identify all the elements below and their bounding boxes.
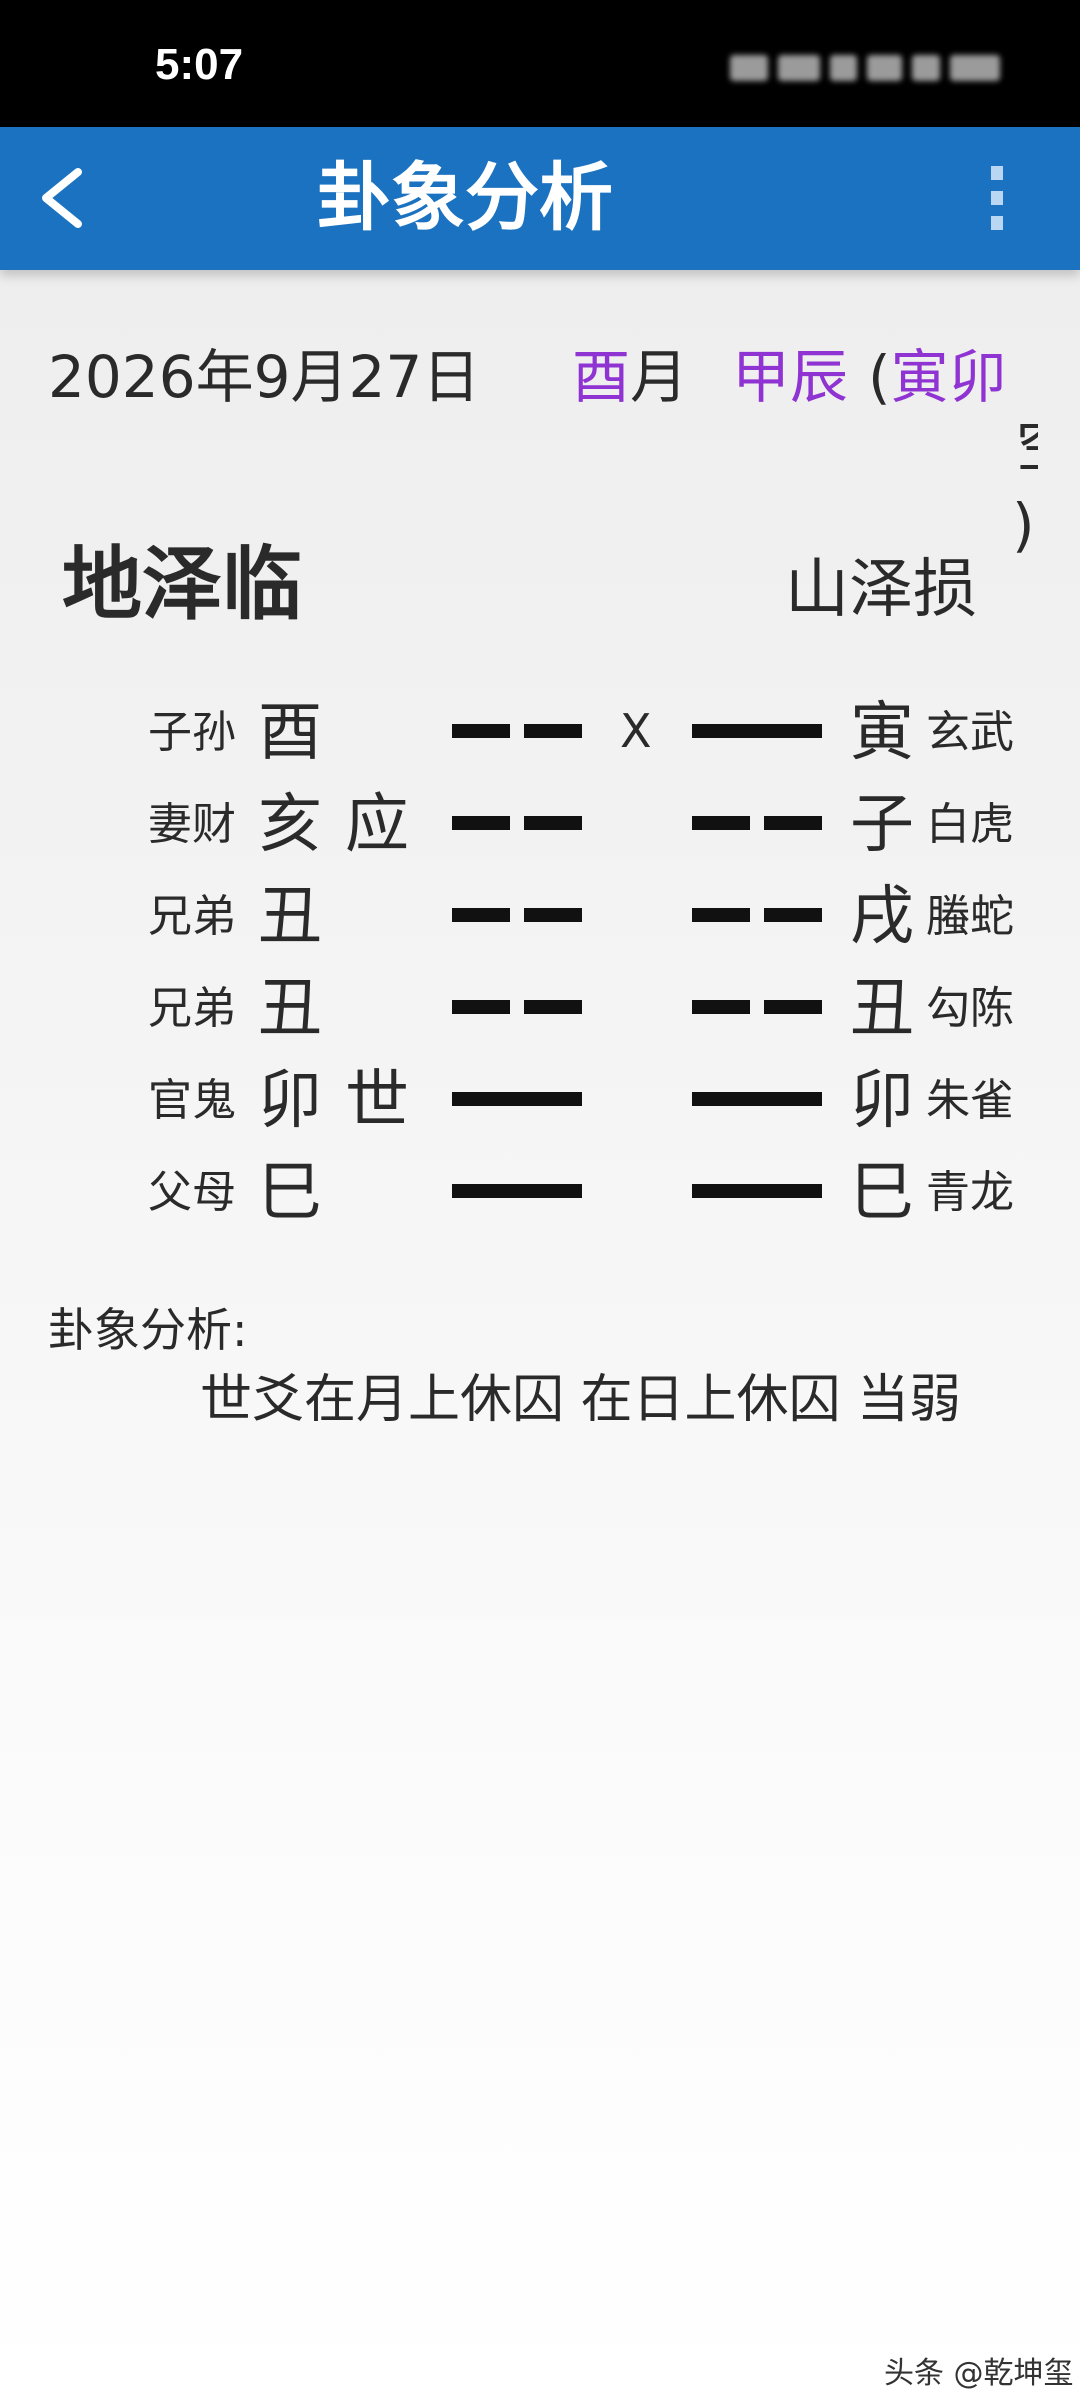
changed-branch: 子 [850, 788, 914, 862]
changed-branch: 戌 [850, 880, 914, 954]
six-relation: 兄弟 [148, 891, 236, 942]
yao-row: 兄弟 丑 丑 勾陈 [0, 961, 1080, 1053]
changed-line-bar [692, 1184, 822, 1198]
watermark: 头条 @乾坤玺 [884, 2356, 1074, 2391]
six-relation: 兄弟 [148, 983, 236, 1034]
shi-ying-mark: 应 [345, 788, 409, 862]
six-spirit: 青龙 [926, 1167, 1014, 1218]
main-line-bar [452, 724, 582, 738]
day-stem-branch: 甲辰 [732, 343, 849, 411]
date-label: 2026年9月27日 [48, 343, 481, 411]
line-branch: 亥 [258, 788, 322, 862]
six-spirit: 勾陈 [926, 983, 1014, 1034]
status-icons [730, 48, 1001, 88]
six-spirit: 白虎 [926, 799, 1014, 850]
yao-row: 子孙 酉 X 寅 玄武 [0, 685, 1080, 777]
yao-row: 妻财 亥 应 子 白虎 [0, 777, 1080, 869]
changed-branch: 巳 [850, 1156, 914, 1230]
six-spirit: 螣蛇 [926, 891, 1014, 942]
changed-line-bar [692, 816, 822, 830]
month-suffix: 月 [630, 343, 689, 411]
page-title: 卦象分析 [317, 155, 613, 241]
changed-branch: 寅 [850, 696, 914, 770]
changed-line-bar [692, 1092, 822, 1106]
line-branch: 丑 [258, 880, 322, 954]
six-relation: 子孙 [148, 707, 236, 758]
month-branch: 酉 [572, 343, 631, 411]
changed-line-bar [692, 1000, 822, 1014]
main-line-bar [452, 908, 582, 922]
month-label: 酉月 [572, 337, 688, 417]
xun-close-paren: ) [1012, 491, 1035, 559]
six-relation: 官鬼 [148, 1075, 236, 1126]
changed-hexagram-name: 山泽损 [785, 553, 977, 627]
xun-open-paren: ( [868, 343, 891, 411]
changed-line-bar [692, 908, 822, 922]
main-line-bar [452, 1092, 582, 1106]
moving-line-mark: X [620, 704, 652, 758]
yao-row: 父母 巳 巳 青龙 [0, 1145, 1080, 1237]
more-vertical-icon[interactable] [975, 160, 1019, 236]
changed-branch: 卯 [850, 1064, 914, 1138]
changed-branch: 丑 [850, 972, 914, 1046]
yao-row: 官鬼 卯 世 卯 朱雀 [0, 1053, 1080, 1145]
xun-kong-branches: 寅卯 [890, 343, 1007, 411]
line-branch: 酉 [258, 696, 322, 770]
six-relation: 父母 [148, 1167, 236, 1218]
main-hexagram-name: 地泽临 [62, 538, 302, 631]
status-time: 5:07 [155, 40, 244, 89]
main-line-bar [452, 816, 582, 830]
six-spirit: 玄武 [926, 707, 1014, 758]
main-line-bar [452, 1000, 582, 1014]
yao-row: 兄弟 丑 戌 螣蛇 [0, 869, 1080, 961]
shi-ying-mark: 世 [345, 1064, 409, 1138]
line-branch: 丑 [258, 972, 322, 1046]
back-icon[interactable] [22, 158, 102, 238]
analysis-label: 卦象分析: [48, 1303, 248, 1357]
changed-line-bar [692, 724, 822, 738]
status-bar: 5:07 [0, 0, 1080, 127]
line-branch: 巳 [258, 1156, 322, 1230]
six-spirit: 朱雀 [926, 1075, 1014, 1126]
analysis-text: 世爻在月上休囚 在日上休囚 当弱 [200, 1370, 962, 1430]
main-line-bar [452, 1184, 582, 1198]
xun-overflow-glyph: 空 [1016, 416, 1038, 476]
six-relation: 妻财 [148, 799, 236, 850]
xun-kong: (寅卯 [868, 337, 1007, 417]
line-branch: 卯 [258, 1064, 322, 1138]
